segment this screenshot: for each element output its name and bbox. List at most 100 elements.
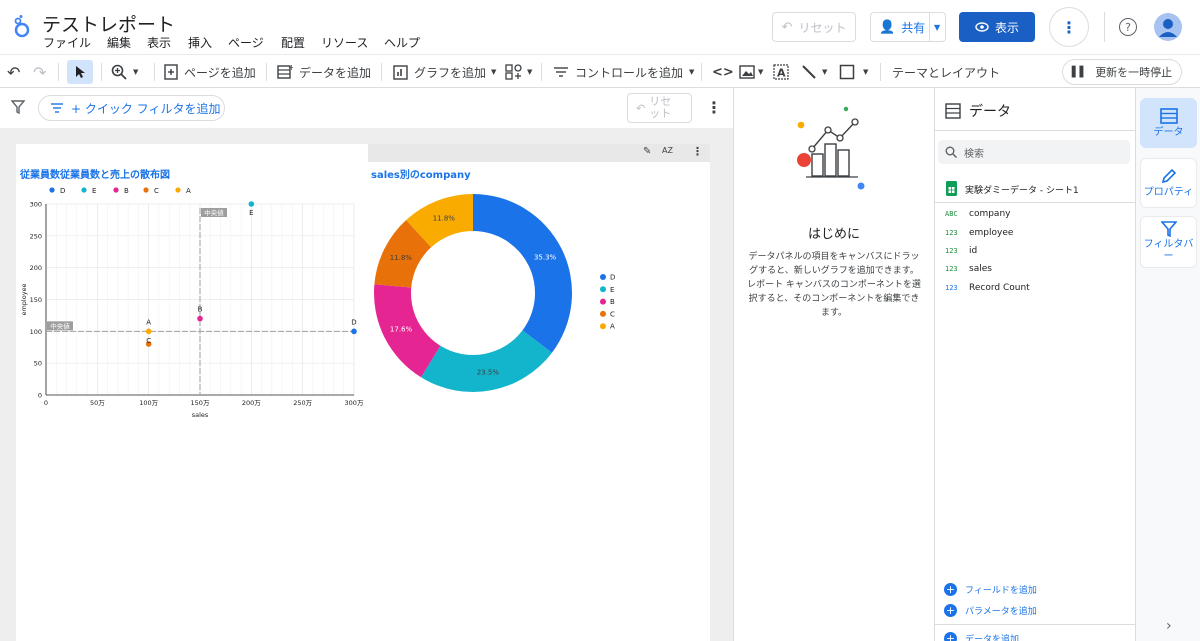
sort-az-icon[interactable]: AZ (662, 146, 673, 155)
looker-studio-logo-icon[interactable] (12, 14, 32, 38)
menu-file[interactable]: ファイル (43, 34, 91, 51)
scatter-legend-label-C: C (154, 187, 159, 195)
control-icon (554, 67, 568, 77)
scatter-point-B[interactable] (197, 315, 203, 322)
data-search-field[interactable]: 検索 (938, 140, 1130, 164)
menu-arrange[interactable]: 配置 (281, 34, 305, 51)
report-title[interactable]: テストレポート (42, 10, 175, 37)
add-data-icon: + (277, 64, 293, 79)
image-button[interactable]: ▼ (739, 55, 763, 89)
menu-page[interactable]: ページ (228, 34, 264, 51)
components-icon (505, 64, 522, 80)
rail-data-tab[interactable]: データ (1140, 98, 1197, 148)
field-id[interactable]: 123 id (945, 242, 977, 260)
zoom-button[interactable]: ▼ (111, 55, 138, 89)
view-button[interactable]: 表示 (959, 12, 1035, 42)
menu-view[interactable]: 表示 (147, 34, 171, 51)
select-cursor-icon[interactable] (67, 60, 93, 84)
menu-insert[interactable]: 挿入 (188, 34, 212, 51)
donut-legend-label-A: A (610, 323, 615, 331)
menu-resource[interactable]: リソース (321, 34, 368, 51)
share-label: 共有 (901, 20, 926, 35)
scatter-y-label: employee (20, 283, 28, 315)
scatter-point-E[interactable] (248, 201, 255, 207)
donut-legend-label-D: D (610, 274, 615, 282)
add-circle-icon: + (944, 604, 957, 617)
add-data-panel-button[interactable]: + データを追加 (944, 632, 1019, 641)
filter-icon[interactable] (11, 100, 25, 114)
quick-filter-button[interactable]: + クイック フィルタを追加 (38, 95, 225, 121)
add-component-button[interactable]: ▼ (505, 55, 532, 89)
pause-update-button[interactable]: ▌▌ 更新を一時停止 (1062, 59, 1182, 85)
scatter-legend-label-D: D (60, 187, 65, 195)
report-page[interactable]: ✎ AZ ⋮ 従業員数従業員数と売上の散布図 D E B C A 0 50 100 150 200… (16, 144, 710, 641)
chevron-down-icon: ▼ (863, 68, 869, 76)
text-box-icon[interactable]: A (773, 55, 789, 89)
help-icon[interactable]: ? (1119, 18, 1137, 36)
add-control-button[interactable]: コントロールを追加 ▼ (553, 55, 694, 89)
chart-illustration-icon (797, 106, 865, 190)
share-dropdown-icon[interactable]: ▼ (934, 23, 940, 32)
scatter-x-tick: 150万 (191, 399, 210, 407)
pencil-icon (1161, 168, 1176, 183)
scatter-chart[interactable]: D E B C A 0 50 100 150 200 250 300 0 50万 100万 150万 200万 2… (16, 180, 368, 428)
scatter-y-tick: 200 (30, 264, 42, 272)
chart-more-icon[interactable]: ⋮ (692, 145, 703, 158)
scatter-legend-swatch-E (81, 187, 87, 193)
rail-filterbar-tab[interactable]: フィルタバー (1140, 216, 1197, 268)
svg-text:+: + (288, 64, 293, 72)
edit-pencil-icon[interactable]: ✎ (643, 146, 651, 157)
chevron-down-icon: ▼ (758, 68, 764, 76)
scatter-legend-label-A: A (186, 187, 191, 195)
redo-icon[interactable]: ↷ (33, 55, 46, 89)
report-canvas: ✎ AZ ⋮ 従業員数従業員数と売上の散布図 D E B C A 0 50 100 150 200… (0, 128, 733, 641)
add-parameter-button[interactable]: + パラメータを追加 (944, 604, 1037, 617)
donut-legend-label-B: B (610, 298, 615, 306)
theme-layout-button[interactable]: テーマとレイアウト (892, 55, 1000, 89)
field-sales[interactable]: 123 sales (945, 260, 992, 278)
add-data-button[interactable]: + データを追加 (277, 55, 371, 89)
shape-button[interactable]: ▼ (839, 55, 868, 89)
filter-reset-button[interactable]: ↶ リセ ット (627, 93, 692, 123)
code-embed-icon[interactable]: <> (712, 55, 734, 89)
reset-button[interactable]: ↶ リセット (772, 12, 856, 42)
data-source-name[interactable]: 実験ダミーデータ - シート1 (965, 183, 1079, 196)
scatter-point-A[interactable] (145, 328, 152, 335)
donut-chart[interactable]: 35.3% 23.5% 17.6% 11.8% 11.8% DEBCA (368, 180, 638, 410)
toolbar: ↶ ↷ ▼ ページを追加 + データを追加 グラフを追加 ▼ ▼ コントロールを… (0, 54, 1200, 88)
add-field-button[interactable]: + フィールドを追加 (944, 583, 1037, 596)
data-panel-icon (945, 103, 961, 119)
chevron-right-icon[interactable]: › (1166, 618, 1172, 634)
avatar[interactable] (1154, 13, 1182, 41)
field-employee[interactable]: 123 employee (945, 224, 1013, 242)
menu-help[interactable]: ヘルプ (384, 34, 420, 51)
add-page-button[interactable]: ページを追加 (164, 55, 256, 89)
line-icon (802, 65, 816, 79)
rail-property-tab[interactable]: プロパティ (1140, 158, 1197, 208)
more-options-icon[interactable]: ⋮ (1049, 7, 1089, 47)
add-chart-button[interactable]: グラフを追加 ▼ (393, 55, 496, 89)
scatter-point-D[interactable] (351, 328, 357, 335)
scatter-y-tick: 100 (30, 328, 42, 336)
scatter-x-tick: 50万 (90, 399, 105, 407)
chevron-down-icon: ▼ (822, 68, 828, 76)
data-panel-title: データ (969, 104, 1011, 120)
menu-edit[interactable]: 編集 (107, 34, 131, 51)
chevron-down-icon: ▼ (133, 68, 139, 76)
field-company[interactable]: ABC company (945, 205, 1010, 223)
scatter-x-median-label: 中央値 (204, 208, 224, 217)
undo-icon[interactable]: ↶ (7, 55, 20, 89)
svg-text:A: A (777, 67, 786, 80)
donut-legend-swatch-B (600, 298, 606, 305)
donut-slice-D[interactable] (473, 194, 572, 353)
intro-title: はじめに (807, 227, 860, 242)
add-circle-icon: + (944, 632, 957, 641)
line-button[interactable]: ▼ (801, 55, 827, 89)
donut-slice-E[interactable] (421, 330, 552, 392)
app-root: テストレポート ファイル 編集 表示 挿入 ページ 配置 リソース ヘルプ ↶ リ… (0, 0, 1200, 641)
field-record-count[interactable]: 123 Record Count (945, 279, 1030, 297)
filter-more-icon[interactable]: ⋮ (706, 98, 722, 117)
donut-label-A: 11.8% (433, 214, 456, 222)
donut-legend-swatch-C (600, 310, 606, 317)
share-button[interactable]: 👤 共有 ▼ (870, 12, 946, 42)
